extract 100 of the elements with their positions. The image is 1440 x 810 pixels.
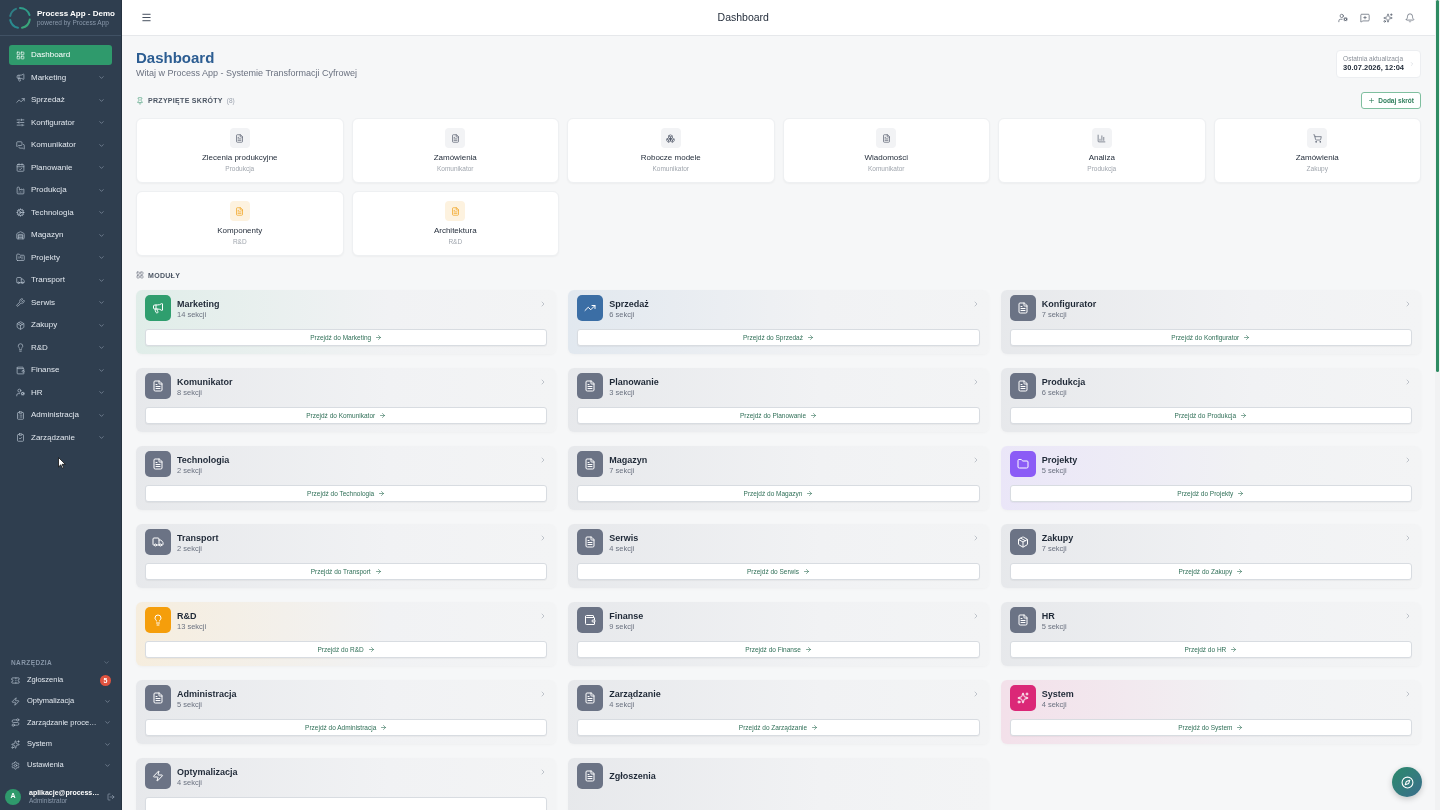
wrench-icon	[16, 298, 25, 307]
chevron-right-icon	[1404, 612, 1412, 620]
sidebar-item[interactable]: Dashboard	[9, 45, 112, 65]
megaphone-icon	[16, 73, 25, 82]
chevron-down-icon	[98, 321, 105, 329]
module-title: Zarządzanie	[609, 688, 662, 700]
user-gear-icon	[1337, 12, 1348, 23]
user-gear-icon	[16, 388, 25, 397]
sparkle-icon	[11, 739, 20, 749]
grid-icon	[16, 50, 25, 60]
grid-icon	[136, 271, 144, 279]
route-icon	[11, 718, 20, 728]
chevron-down-icon	[98, 254, 105, 261]
arrow-right-icon	[380, 724, 388, 731]
sparkle-icon	[1382, 12, 1393, 23]
chevron-right-icon	[1409, 61, 1415, 67]
logout-icon	[107, 792, 115, 801]
chevron-down-icon	[98, 209, 105, 216]
sidebar-item[interactable]: Komunikator	[9, 135, 112, 155]
arrow-right-icon	[378, 490, 386, 497]
module-title: Optymalizacja	[177, 766, 239, 778]
arrow-right-icon	[804, 646, 812, 653]
sidebar-item[interactable]: Transport	[9, 270, 112, 290]
pin-icon	[136, 96, 144, 105]
module-title: Produkcja	[1041, 376, 1087, 388]
chevron-down-icon	[98, 96, 105, 104]
module-title: Marketing	[177, 298, 221, 310]
module-title: Magazyn	[609, 454, 649, 466]
chevron-down-icon	[98, 74, 105, 81]
sidebar-item[interactable]: Zarządzanie	[9, 427, 112, 448]
module-link-button[interactable]	[145, 797, 548, 810]
chevron-right-icon	[1404, 300, 1412, 308]
page-title: Dashboard	[136, 49, 216, 67]
sidebar-item[interactable]: Magazyn	[9, 225, 112, 245]
sidebar-item[interactable]: R&D	[9, 337, 112, 358]
module-title: Serwis	[609, 532, 640, 544]
sidebar-item[interactable]: Technologia	[9, 202, 112, 223]
ticket-icon	[11, 675, 20, 685]
logo-icon	[8, 5, 32, 30]
shortcut-title: Zamówienia	[433, 153, 477, 163]
chevron-down-icon	[98, 141, 105, 149]
chevron-down-icon	[104, 719, 111, 727]
sidebar-item[interactable]: Projekty	[9, 247, 112, 268]
scrollbar-thumb[interactable]	[1436, 0, 1439, 372]
mouse-cursor-icon	[58, 457, 66, 469]
chevron-down-icon	[103, 659, 110, 666]
chevron-down-icon	[98, 164, 105, 171]
chevron-down-icon	[98, 231, 105, 239]
chevron-down-icon	[98, 366, 105, 374]
sidebar-item[interactable]: Administracja	[9, 405, 112, 425]
shortcut-title: Zlecenia produkcyjne	[201, 153, 278, 163]
chat-plus-icon	[1360, 12, 1370, 23]
sidebar-item[interactable]: Planowanie	[9, 157, 112, 178]
shortcut-title: Architektura	[433, 226, 477, 236]
sidebar-item[interactable]: Marketing	[9, 67, 112, 88]
module-title: System	[1041, 688, 1075, 700]
folder-icon	[16, 253, 25, 262]
arrow-right-icon	[1243, 334, 1251, 341]
arrow-right-icon	[1236, 724, 1244, 731]
logout-button[interactable]	[107, 792, 115, 801]
chat-bubbles-icon	[16, 140, 25, 150]
sidebar-item[interactable]: Serwis	[9, 292, 112, 313]
bell-icon	[1405, 12, 1415, 23]
arrow-right-icon	[375, 334, 383, 341]
chevron-down-icon	[104, 697, 111, 705]
module-title: Zakupy	[1041, 532, 1075, 544]
gear-icon	[16, 208, 25, 217]
module-title: Konfigurator	[1041, 298, 1098, 310]
chevron-right-icon	[1404, 378, 1412, 386]
chevron-down-icon	[104, 761, 111, 769]
chevron-down-icon	[98, 411, 105, 419]
page-subtitle: Witaj w Process App - Systemie Transformacji Cyfrowej	[136, 67, 358, 79]
sidebar-item[interactable]: Sprzedaż	[9, 90, 112, 110]
shortcut-title: Komponenty	[217, 226, 263, 236]
module-title: HR	[1041, 610, 1056, 622]
module-title: Komunikator	[177, 376, 234, 388]
module-title: R&D	[177, 610, 198, 622]
sidebar-item[interactable]: Finanse	[9, 360, 112, 380]
sidebar-item[interactable]: Konfigurator	[9, 112, 112, 133]
shortcut-title: Wiadomości	[864, 153, 909, 163]
compass-button[interactable]	[1392, 767, 1422, 797]
arrow-right-icon	[803, 568, 810, 575]
chevron-down-icon	[98, 299, 105, 306]
sidebar-item[interactable]: Produkcja	[9, 180, 112, 200]
module-title: Zgłoszenia	[609, 770, 657, 782]
arrow-right-icon	[807, 334, 814, 341]
arrow-right-icon	[367, 646, 375, 653]
module-title: Projekty	[1041, 454, 1079, 466]
module-title: Sprzedaż	[609, 298, 650, 310]
chevron-down-icon	[98, 119, 105, 126]
arrow-right-icon	[379, 412, 387, 419]
header-title: Dashboard	[717, 11, 769, 24]
sidebar-item[interactable]: Zakupy	[9, 315, 112, 335]
cube-icon	[16, 320, 25, 330]
shortcut-title: Zamówienia	[1295, 153, 1339, 163]
chevron-down-icon	[98, 276, 105, 284]
sidebar-item[interactable]: HR	[9, 382, 112, 403]
lightning-icon	[11, 696, 20, 706]
truck-icon	[16, 275, 25, 285]
arrow-right-icon	[810, 412, 818, 419]
